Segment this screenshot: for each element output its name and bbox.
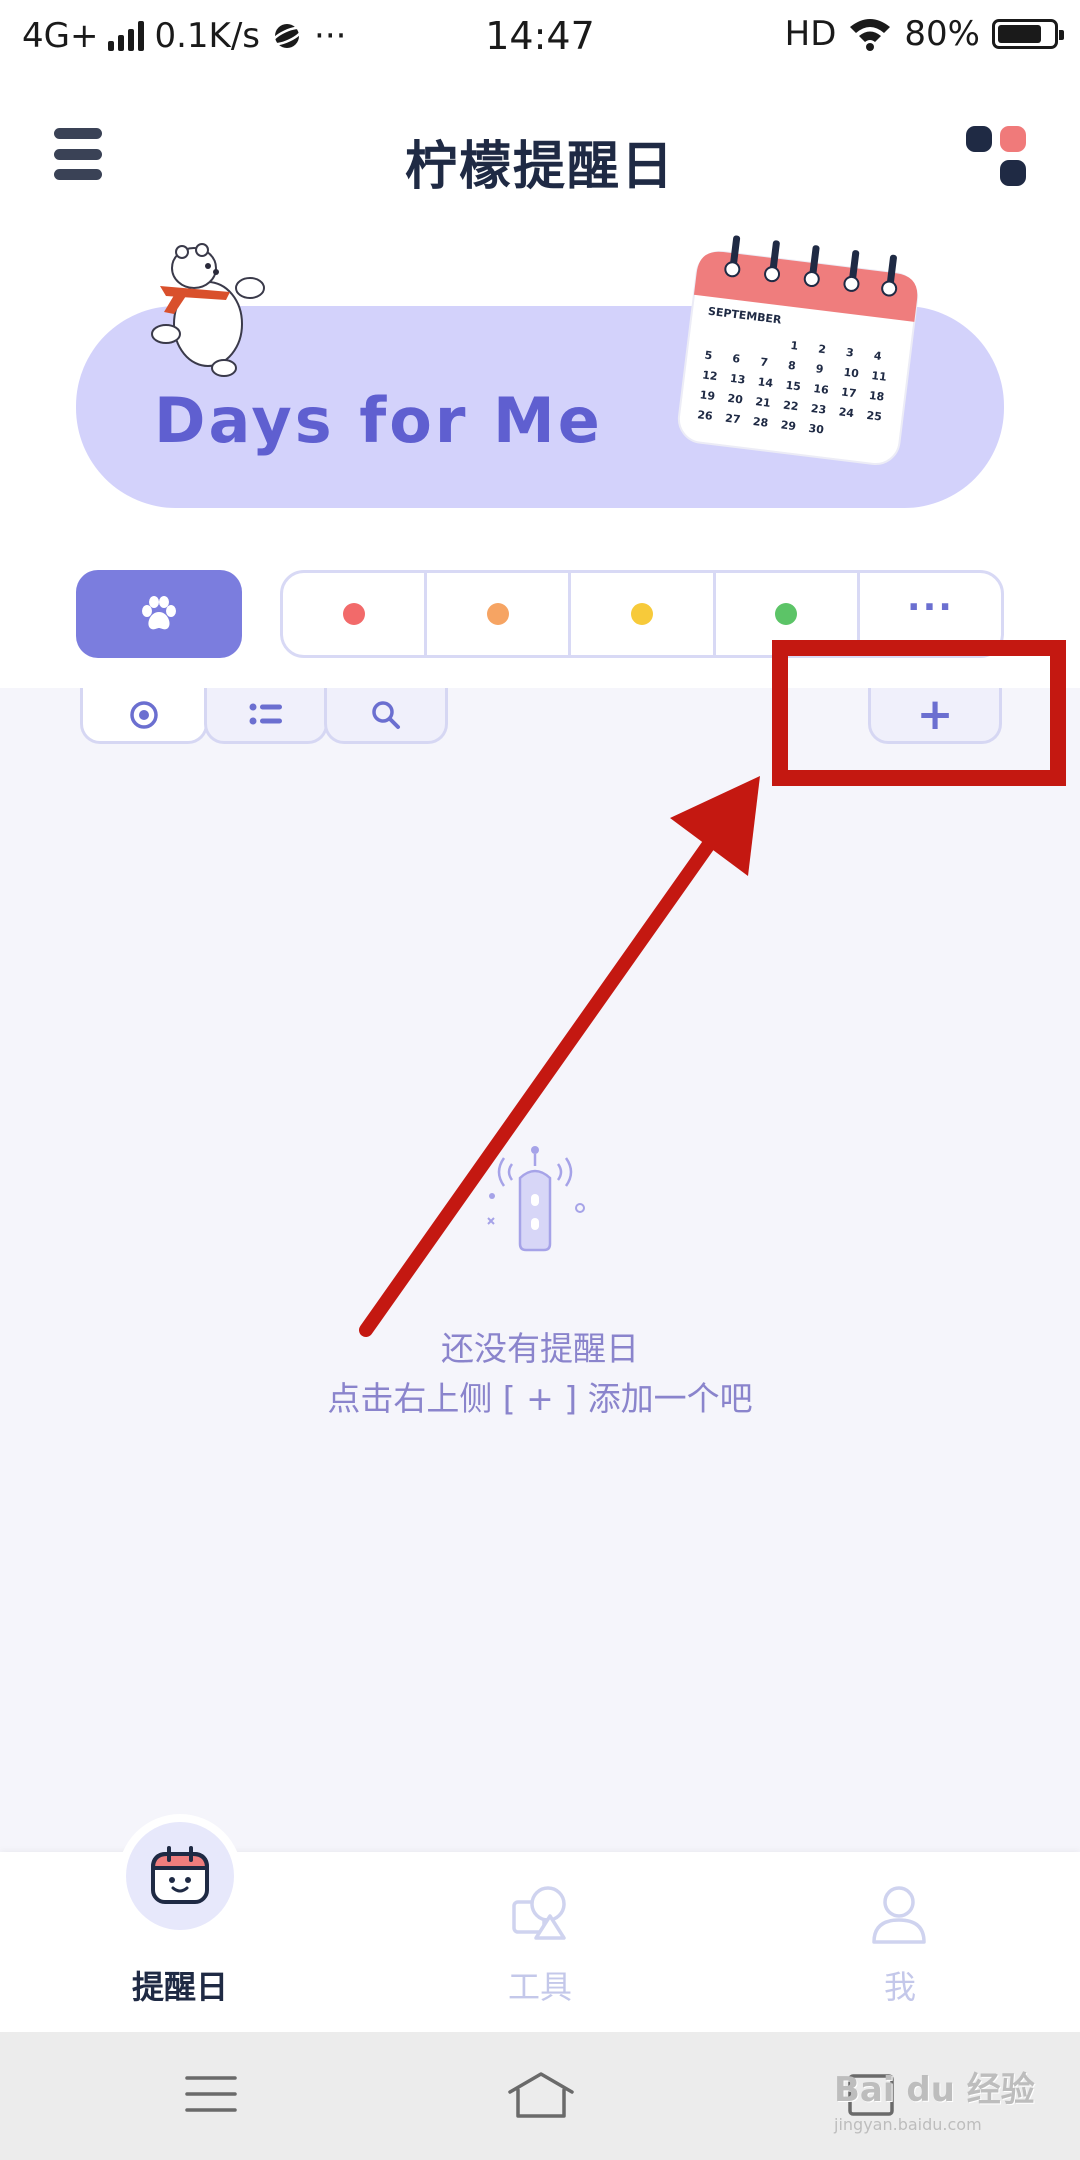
calendar-day: 10 — [843, 366, 860, 381]
calendar-day: 12 — [701, 368, 718, 383]
battery-icon — [992, 19, 1064, 49]
calendar-day: 26 — [697, 408, 714, 423]
more-icon: ··· — [906, 586, 954, 628]
calendar-day: 13 — [729, 372, 746, 387]
tab-timeline[interactable] — [80, 688, 208, 744]
calendar-illustration: SEPTEMBER 1 2 3 4 5 6 7 8 9 10 11 12 13 14 15 16 17 18 19 2… — [672, 229, 927, 471]
calendar-day: 23 — [810, 402, 827, 417]
page-title: 柠檬提醒日 — [404, 137, 675, 197]
status-bar: 4G+ 0.1K/s ··· 14:47 HD 80% — [0, 0, 1080, 72]
watermark-brand: Bai du 经验 — [834, 2070, 1035, 2110]
calendar-day: 27 — [724, 412, 741, 427]
category-all-button[interactable] — [76, 570, 242, 658]
calendar-day: 20 — [727, 392, 744, 407]
calendar-face-icon — [150, 1846, 210, 1904]
calendar-day: 29 — [780, 418, 797, 433]
empty-tower-icon — [487, 1146, 585, 1252]
nav-label-me[interactable]: 我 — [800, 1962, 1000, 2008]
target-icon — [130, 700, 158, 729]
category-yellow[interactable] — [571, 573, 716, 655]
calendar-day: 19 — [699, 388, 716, 403]
nav-item-reminder-day[interactable] — [126, 1822, 234, 1930]
search-icon — [372, 700, 400, 729]
list-icon — [249, 703, 282, 724]
yellow-dot-icon — [631, 603, 653, 625]
calendar-day: 22 — [782, 399, 799, 414]
tab-search[interactable] — [324, 688, 448, 744]
battery-percent: 80% — [904, 14, 980, 54]
calendar-day: 5 — [704, 349, 713, 363]
calendar-day: 9 — [815, 362, 824, 376]
calendar-day: 15 — [785, 379, 802, 394]
empty-message: 还没有提醒日 — [441, 1329, 639, 1368]
watermark-url: jingyan.baidu.com — [834, 2115, 982, 2134]
tab-list[interactable] — [204, 688, 328, 744]
calendar-day: 1 — [790, 339, 799, 353]
calendar-day: 24 — [838, 405, 855, 420]
annotation-highlight-box — [772, 640, 1066, 786]
calendar-day: 18 — [868, 389, 885, 404]
calendar-day: 17 — [840, 386, 857, 401]
calendar-day: 3 — [845, 346, 854, 360]
nav-label-tools[interactable]: 工具 — [440, 1962, 640, 2008]
calendar-day: 7 — [759, 355, 768, 369]
empty-hint: 点击右上侧 [ + ] 添加一个吧 — [327, 1379, 753, 1418]
polar-bear-illustration — [151, 243, 265, 377]
green-dot-icon — [775, 603, 798, 625]
system-home-icon[interactable] — [506, 2070, 576, 2120]
calendar-day: 21 — [755, 395, 772, 410]
calendar-day: 16 — [813, 382, 830, 397]
calendar-day: 11 — [871, 369, 888, 384]
baidu-watermark-logo: Bai du 经验 jingyan.baidu.com — [834, 2062, 1070, 2148]
wifi-icon — [850, 19, 891, 51]
banner-title: Days for Me — [154, 384, 603, 457]
paw-icon — [142, 596, 176, 630]
calendar-day: 30 — [808, 422, 825, 437]
orange-dot-icon — [486, 603, 509, 625]
category-orange[interactable] — [427, 573, 572, 655]
tools-icon[interactable] — [506, 1880, 576, 1950]
app-switch-icon[interactable] — [964, 124, 1028, 188]
user-icon[interactable] — [864, 1880, 934, 1950]
system-menu-icon[interactable] — [184, 2072, 238, 2116]
reminder-list-area — [0, 688, 1080, 1852]
calendar-day: 25 — [866, 409, 883, 424]
category-red[interactable] — [283, 573, 428, 655]
nav-label-reminder-day[interactable]: 提醒日 — [80, 1962, 280, 2008]
hd-label: HD — [784, 14, 837, 54]
calendar-day: 8 — [787, 359, 796, 373]
calendar-day: 2 — [817, 342, 826, 356]
calendar-day: 14 — [757, 375, 774, 390]
calendar-day: 28 — [752, 415, 769, 430]
red-dot-icon — [342, 603, 365, 625]
